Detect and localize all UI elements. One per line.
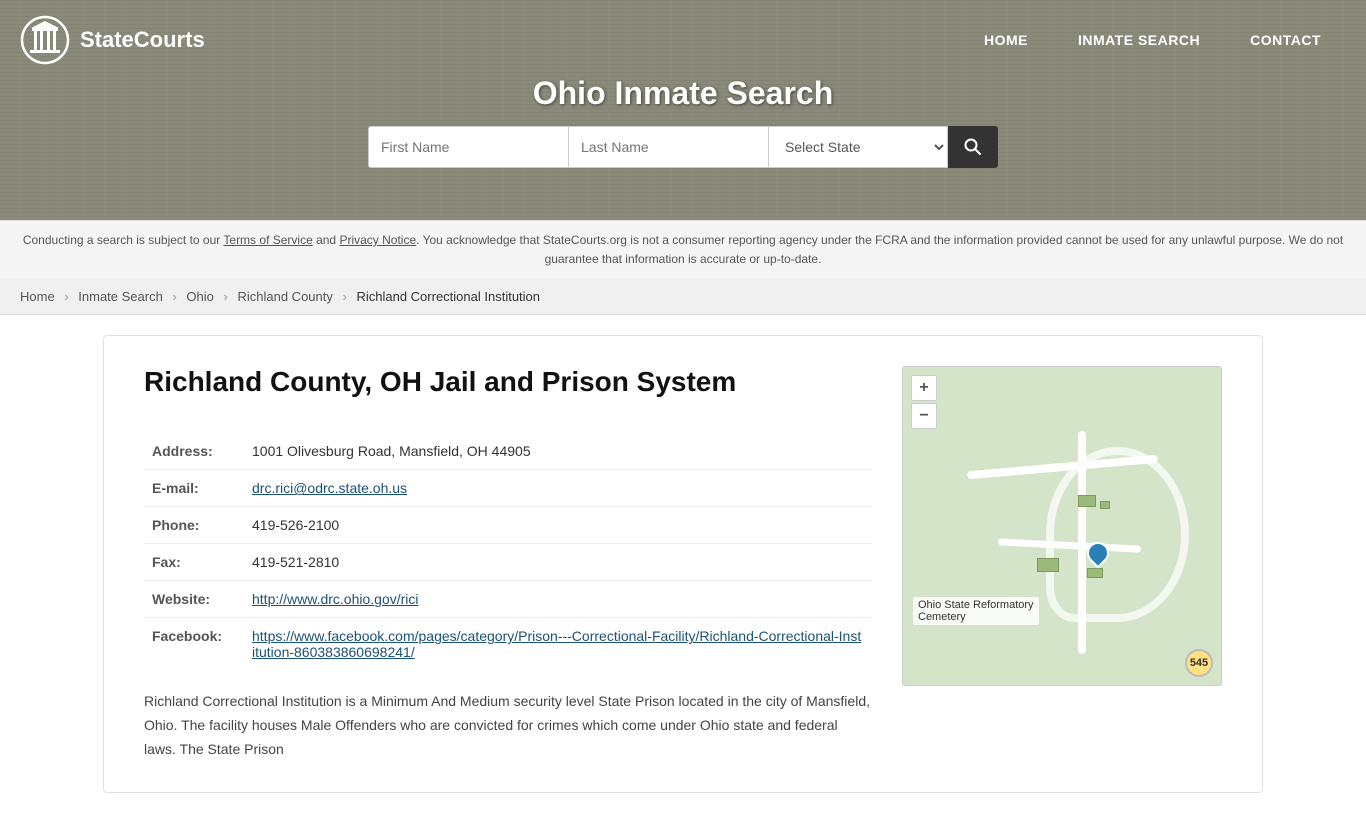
fax-label: Fax: — [144, 544, 244, 581]
website-value: http://www.drc.ohio.gov/rici — [244, 581, 872, 618]
breadcrumb-sep-4: › — [343, 289, 347, 304]
map-route-badge: 545 — [1185, 649, 1213, 677]
map-controls: + − — [911, 375, 937, 429]
facebook-row: Facebook: https://www.facebook.com/pages… — [144, 618, 872, 671]
map-zoom-out[interactable]: − — [911, 403, 937, 429]
disclaimer-bar: Conducting a search is subject to our Te… — [0, 220, 1366, 279]
map-section: + − Ohio State ReformatoryCemetery 545 — [902, 366, 1222, 761]
fax-row: Fax: 419-521-2810 — [144, 544, 872, 581]
phone-row: Phone: 419-526-2100 — [144, 507, 872, 544]
map-building-3 — [1037, 558, 1059, 572]
map-container[interactable]: + − Ohio State ReformatoryCemetery 545 — [902, 366, 1222, 686]
tos-link[interactable]: Terms of Service — [223, 233, 312, 247]
site-header: StateCourts HOME INMATE SEARCH CONTACT O… — [0, 0, 1366, 220]
content-wrapper: Richland County, OH Jail and Prison Syst… — [83, 315, 1283, 812]
breadcrumb: Home › Inmate Search › Ohio › Richland C… — [0, 279, 1366, 315]
logo-text: StateCourts — [80, 27, 205, 53]
address-value: 1001 Olivesburg Road, Mansfield, OH 4490… — [244, 433, 872, 470]
logo-link[interactable]: StateCourts — [20, 15, 205, 65]
breadcrumb-current: Richland Correctional Institution — [356, 289, 540, 304]
facebook-label: Facebook: — [144, 618, 244, 671]
phone-value: 419-526-2100 — [244, 507, 872, 544]
breadcrumb-inmate-search[interactable]: Inmate Search — [78, 289, 163, 304]
breadcrumb-sep-1: › — [64, 289, 68, 304]
email-label: E-mail: — [144, 470, 244, 507]
description-text: Richland Correctional Institution is a M… — [144, 690, 872, 761]
search-button[interactable] — [948, 126, 998, 168]
facebook-link[interactable]: https://www.facebook.com/pages/category/… — [252, 628, 861, 660]
privacy-link[interactable]: Privacy Notice — [339, 233, 416, 247]
description-section: Richland Correctional Institution is a M… — [144, 690, 872, 761]
map-label-text: Ohio State ReformatoryCemetery — [918, 599, 1034, 623]
map-building-2 — [1100, 501, 1110, 509]
state-select[interactable]: Select StateAlabamaAlaskaArizonaArkansas… — [768, 126, 948, 168]
map-pin — [1087, 542, 1109, 570]
website-label: Website: — [144, 581, 244, 618]
website-link[interactable]: http://www.drc.ohio.gov/rici — [252, 591, 419, 607]
nav-links: HOME INMATE SEARCH CONTACT — [959, 22, 1346, 58]
email-link[interactable]: drc.rici@odrc.state.oh.us — [252, 480, 407, 496]
nav-contact[interactable]: CONTACT — [1225, 22, 1346, 58]
header-title-section: Ohio Inmate Search — [0, 75, 1366, 112]
search-icon — [964, 138, 982, 156]
facebook-value: https://www.facebook.com/pages/category/… — [244, 618, 872, 671]
map-building-1 — [1078, 495, 1096, 507]
breadcrumb-state[interactable]: Ohio — [186, 289, 213, 304]
disclaimer-text3: . You acknowledge that StateCourts.org i… — [416, 233, 1343, 266]
website-row: Website: http://www.drc.ohio.gov/rici — [144, 581, 872, 618]
breadcrumb-county[interactable]: Richland County — [237, 289, 332, 304]
logo-icon — [20, 15, 70, 65]
email-value: drc.rici@odrc.state.oh.us — [244, 470, 872, 507]
content-card: Richland County, OH Jail and Prison Syst… — [103, 335, 1263, 792]
first-name-input[interactable] — [368, 126, 568, 168]
email-row: E-mail: drc.rici@odrc.state.oh.us — [144, 470, 872, 507]
address-row: Address: 1001 Olivesburg Road, Mansfield… — [144, 433, 872, 470]
fax-value: 419-521-2810 — [244, 544, 872, 581]
breadcrumb-sep-3: › — [224, 289, 228, 304]
phone-label: Phone: — [144, 507, 244, 544]
disclaimer-text2: and — [313, 233, 340, 247]
nav-inmate-search[interactable]: INMATE SEARCH — [1053, 22, 1225, 58]
breadcrumb-sep-2: › — [172, 289, 176, 304]
map-pin-circle — [1083, 538, 1114, 569]
map-cemetery-label: Ohio State ReformatoryCemetery — [913, 597, 1039, 625]
disclaimer-text1: Conducting a search is subject to our — [23, 233, 224, 247]
map-zoom-in[interactable]: + — [911, 375, 937, 401]
search-bar: Select StateAlabamaAlaskaArizonaArkansas… — [0, 126, 1366, 168]
address-label: Address: — [144, 433, 244, 470]
nav-home[interactable]: HOME — [959, 22, 1053, 58]
facility-title: Richland County, OH Jail and Prison Syst… — [144, 366, 872, 408]
page-title: Ohio Inmate Search — [0, 75, 1366, 112]
map-inner: + − Ohio State ReformatoryCemetery 545 — [903, 367, 1221, 685]
info-table: Address: 1001 Olivesburg Road, Mansfield… — [144, 433, 872, 670]
breadcrumb-home[interactable]: Home — [20, 289, 55, 304]
map-loop — [1046, 447, 1189, 622]
content-left: Richland County, OH Jail and Prison Syst… — [144, 366, 872, 761]
last-name-input[interactable] — [568, 126, 768, 168]
nav-bar: StateCourts HOME INMATE SEARCH CONTACT — [0, 0, 1366, 80]
